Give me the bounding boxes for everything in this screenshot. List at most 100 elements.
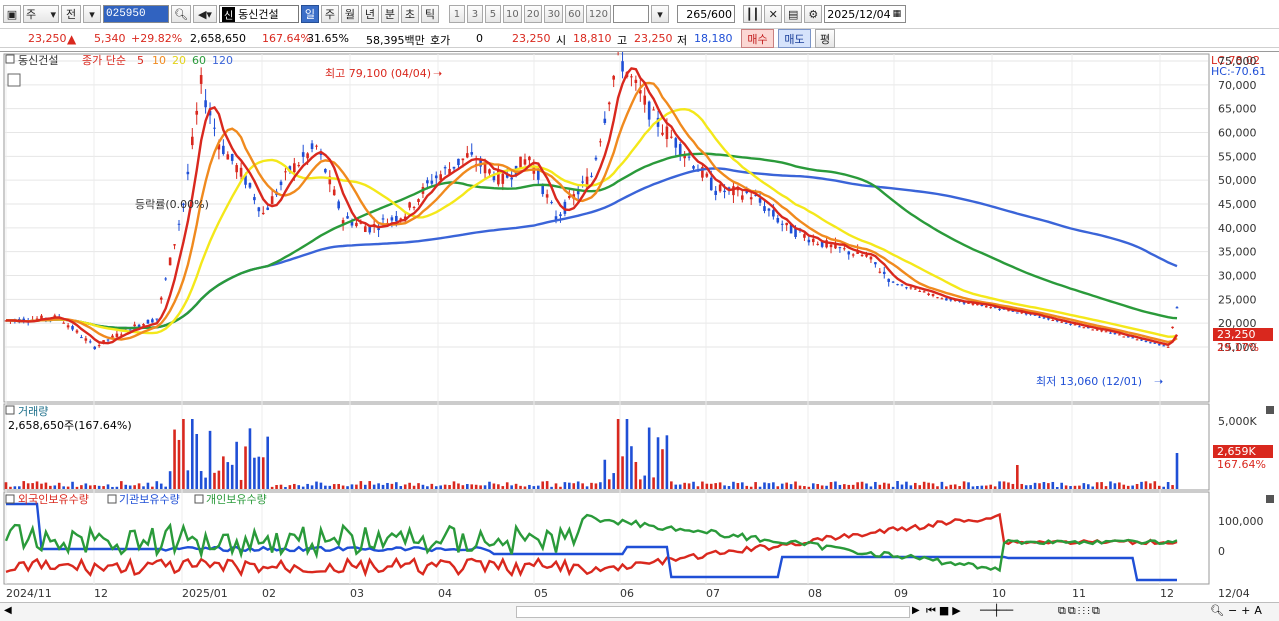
scroll-thumb[interactable] <box>516 606 910 618</box>
individual-menu-icon[interactable] <box>194 494 204 504</box>
candle-body <box>488 169 491 174</box>
holdings-y-tick-0: 0 <box>1218 545 1225 558</box>
volume-bar <box>940 481 944 489</box>
period-day[interactable]: 일 <box>300 5 319 23</box>
candle-body <box>93 346 97 350</box>
volume-bar <box>452 481 456 489</box>
interval-5[interactable]: 5 <box>484 5 501 23</box>
calendar-icon[interactable]: ▦ <box>893 9 902 19</box>
volume-bar <box>559 486 562 489</box>
candle-body <box>1149 342 1152 344</box>
volume-bar <box>1109 481 1112 489</box>
interval-label: 20 <box>526 8 540 20</box>
chart-area[interactable]: 동신건설 종가 단순 5 10 20 60 120 LC:78.02 HC:-7… <box>0 41 1279 603</box>
save-icon[interactable]: ▤ <box>784 5 803 23</box>
speaker-icon[interactable]: ◀▾ <box>192 5 217 23</box>
volume-bar <box>417 483 420 489</box>
volume-panel-close-icon[interactable] <box>1266 406 1274 414</box>
zoom-controls[interactable]: 🔍︎−+A <box>1210 604 1266 617</box>
interval-label: 3 <box>471 8 479 20</box>
candle-body <box>523 159 527 165</box>
volume-menu-icon[interactable] <box>5 405 15 415</box>
stock-name-field[interactable]: 신 동신건설 <box>218 5 299 23</box>
volume-bar <box>630 446 633 489</box>
buy-button[interactable]: 매수 <box>741 29 774 48</box>
volume-bar <box>204 477 207 489</box>
custom-interval-input[interactable] <box>613 5 649 23</box>
interval-10[interactable]: 10 <box>502 5 522 23</box>
market-select[interactable]: 주 ▾ <box>23 5 59 23</box>
window-icon[interactable]: ▣ <box>3 5 21 23</box>
volume-bar <box>1153 481 1157 489</box>
x-axis-label: 12 <box>1160 587 1174 600</box>
volume-bar <box>572 483 576 489</box>
period-week[interactable]: 주 <box>320 5 339 23</box>
stock-chart[interactable]: 동신건설 종가 단순 5 10 20 60 120 LC:78.02 HC:-7… <box>0 41 1279 603</box>
candle-body <box>146 319 150 324</box>
institution-menu-icon[interactable] <box>107 494 117 504</box>
playback-controls[interactable]: ⏮■▶ <box>926 604 964 618</box>
crosshair-icon[interactable]: ✕ <box>764 5 783 23</box>
custom-interval-dropdown[interactable]: ▾ <box>651 5 669 23</box>
interval-label: 120 <box>588 8 608 20</box>
count-input[interactable]: 265 /600 <box>677 5 735 23</box>
candle-body <box>1135 339 1139 341</box>
candle-body <box>261 212 265 215</box>
holdings-y-tick-100k: 100,000 <box>1218 515 1264 528</box>
date-input[interactable]: 2025/12/04 ▦ <box>824 5 907 23</box>
stock-code-input[interactable]: 025950 <box>103 5 169 23</box>
interval-20[interactable]: 20 <box>523 5 543 23</box>
candle-body <box>186 171 190 175</box>
volume-bar <box>434 486 438 489</box>
interval-3[interactable]: 3 <box>466 5 483 23</box>
x-axis-label: 11 <box>1072 587 1086 600</box>
panel-menu-icon[interactable] <box>5 54 15 64</box>
volume-bar <box>594 483 598 489</box>
candle-body <box>670 136 673 138</box>
volume-bar <box>634 461 638 489</box>
volume-bar <box>408 482 411 489</box>
candle-body <box>151 319 154 323</box>
price-tick-label: 55,000 <box>1218 150 1257 163</box>
volume-bar <box>936 486 939 489</box>
buy-label: 매수 <box>747 32 768 46</box>
dropdown-arrow[interactable]: ▾ <box>83 5 101 23</box>
bottom-scrollbar[interactable]: ◀ ▶ ⏮■▶ ──┼── ⧉⧉⫶⫶⫶⧉ 🔍︎−+A <box>0 602 1279 621</box>
candle-body <box>887 278 890 282</box>
candle-body <box>772 210 775 217</box>
volume-bar <box>528 484 531 489</box>
volume-bar <box>554 483 558 489</box>
holdings-panel-close-icon[interactable] <box>1266 495 1274 503</box>
candle-type-icon[interactable]: ┃┃ <box>743 5 763 23</box>
candle-body <box>199 75 203 84</box>
grid-toggle-icon[interactable] <box>7 73 21 87</box>
interval-60[interactable]: 60 <box>565 5 584 23</box>
period-minute[interactable]: 분 <box>380 5 399 23</box>
prev-button[interactable]: 전 <box>61 5 81 23</box>
interval-120[interactable]: 120 <box>585 5 611 23</box>
individual-label: 개인보유수량 <box>206 493 267 506</box>
sell-button[interactable]: 매도 <box>778 29 811 48</box>
holdings-menu-icon[interactable] <box>5 494 15 504</box>
period-tick[interactable]: 틱 <box>420 5 439 23</box>
interval-30[interactable]: 30 <box>544 5 564 23</box>
scroll-left-icon[interactable]: ◀ <box>4 605 12 616</box>
prev-label: 전 <box>65 8 77 21</box>
candle-body <box>1118 334 1121 336</box>
candle-body <box>195 110 199 115</box>
volume-bar <box>235 441 238 489</box>
candle-body <box>931 294 935 296</box>
search-icon[interactable]: 🔍︎ <box>171 5 191 23</box>
layout-icons[interactable]: ⧉⧉⫶⫶⫶⧉ <box>1058 604 1102 618</box>
period-second[interactable]: 초 <box>400 5 419 23</box>
scroll-right-icon[interactable]: ▶ <box>912 605 920 616</box>
avg-button[interactable]: 평 <box>815 29 835 48</box>
gear-icon[interactable]: ⚙ <box>804 5 823 23</box>
volume-bar <box>377 483 380 489</box>
hoga-value: 0 <box>476 32 483 45</box>
volume-bar <box>159 483 163 489</box>
period-month[interactable]: 월 <box>340 5 359 23</box>
interval-1[interactable]: 1 <box>448 5 465 23</box>
period-year[interactable]: 년 <box>360 5 379 23</box>
zoom-slider[interactable]: ──┼── <box>980 604 1013 617</box>
